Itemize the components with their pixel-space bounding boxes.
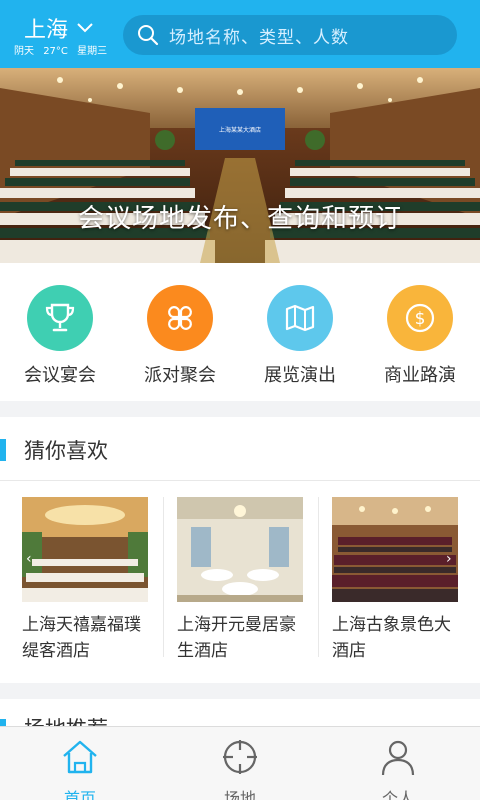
category-exhibition[interactable]: 展览演出 — [240, 285, 360, 387]
weather-weekday: 星期三 — [77, 46, 108, 57]
category-label: 商业路演 — [384, 365, 456, 386]
card-divider — [318, 497, 319, 657]
weather-info: 阴天 27°C 星期三 — [14, 42, 113, 57]
crosshair-icon — [223, 740, 257, 774]
tab-label: 首页 — [63, 789, 96, 800]
recommend-section: 猜你喜欢 上海天禧嘉福璞缇客酒店 上海开元曼居豪生酒店 上海古象景色大酒店 ‹ … — [0, 417, 480, 683]
tab-label: 场地 — [223, 789, 256, 800]
recommend-title: 猜你喜欢 — [24, 439, 108, 463]
tab-profile[interactable]: 个人 — [338, 737, 458, 800]
city-name: 上海 — [24, 18, 69, 43]
map-icon — [285, 304, 315, 332]
category-meeting-circle — [27, 285, 93, 351]
venue-name: 上海开元曼居豪生酒店 — [177, 615, 296, 661]
home-icon — [63, 740, 97, 774]
category-label: 展览演出 — [264, 365, 336, 386]
banner-stage-sign: 上海某某大酒店 — [219, 126, 261, 134]
city-selector[interactable]: 上海 — [24, 12, 94, 44]
category-grid: 会议宴会 派对聚会 展览演出 $ 商业路演 — [0, 263, 480, 401]
venue-thumbnail — [22, 497, 148, 602]
weather-condition: 阴天 — [14, 46, 34, 57]
venue-card[interactable]: 上海古象景色大酒店 — [332, 497, 458, 664]
category-exhibition-circle — [267, 285, 333, 351]
category-roadshow-circle: $ — [387, 285, 453, 351]
person-icon — [381, 740, 415, 776]
venue-thumbnail — [332, 497, 458, 602]
chevron-left-icon[interactable]: ‹ — [26, 551, 32, 567]
bottom-tab-bar: 首页 场地 个人 — [0, 726, 480, 800]
category-party[interactable]: 派对聚会 — [120, 285, 240, 387]
clover-icon — [168, 306, 192, 330]
category-roadshow[interactable]: $ 商业路演 — [360, 285, 480, 387]
category-party-circle — [147, 285, 213, 351]
venue-card[interactable]: 上海天禧嘉福璞缇客酒店 — [22, 497, 148, 664]
tab-label: 个人 — [381, 789, 414, 800]
venue-name: 上海古象景色大酒店 — [332, 615, 451, 661]
search-input[interactable]: 场地名称、类型、人数 — [123, 15, 457, 55]
banner-caption: 会议场地发布、查询和预订 — [77, 204, 402, 234]
chevron-right-icon[interactable]: › — [446, 551, 452, 567]
venue-name: 上海天禧嘉福璞缇客酒店 — [22, 615, 141, 661]
card-divider — [163, 497, 164, 657]
venue-thumbnail — [177, 497, 303, 602]
trophy-icon — [45, 303, 75, 332]
category-meeting-banquet[interactable]: 会议宴会 — [0, 285, 120, 387]
search-placeholder: 场地名称、类型、人数 — [169, 27, 349, 48]
weather-temperature: 27°C — [43, 46, 68, 57]
banner-carousel[interactable]: 上海某某大酒店 会议场地发布、查询和预订 — [0, 68, 480, 263]
category-label: 派对聚会 — [144, 365, 216, 386]
recommend-header: 猜你喜欢 — [0, 417, 480, 481]
app-screen: 上海 阴天 27°C 星期三 场地名称、类型、人数 上海某某大酒店 会议场地发布… — [0, 0, 480, 800]
venue-card[interactable]: 上海开元曼居豪生酒店 — [177, 497, 303, 664]
top-header: 上海 阴天 27°C 星期三 场地名称、类型、人数 — [0, 0, 480, 68]
dollar-icon: $ — [405, 303, 435, 333]
svg-text:$: $ — [415, 309, 426, 329]
search-icon — [138, 25, 159, 46]
tab-venue[interactable]: 场地 — [180, 737, 300, 800]
recommend-list: 上海天禧嘉福璞缇客酒店 上海开元曼居豪生酒店 上海古象景色大酒店 ‹ › — [0, 481, 480, 683]
section-accent-bar — [0, 439, 6, 461]
chevron-down-icon — [77, 23, 93, 33]
tab-home[interactable]: 首页 — [20, 737, 140, 800]
category-label: 会议宴会 — [24, 365, 96, 386]
